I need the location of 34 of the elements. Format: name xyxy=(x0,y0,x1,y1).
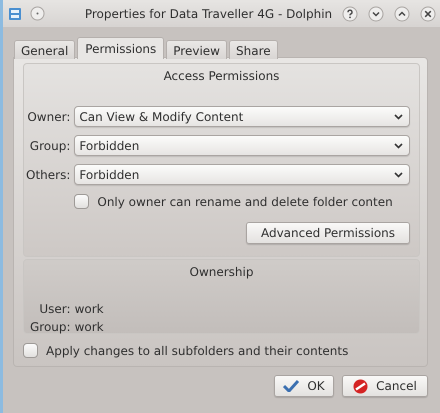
caret-icon xyxy=(394,142,403,148)
checkbox[interactable] xyxy=(23,343,38,358)
checkbox-label: Only owner can rename and delete folder conten xyxy=(97,194,393,208)
tab[interactable]: Preview xyxy=(166,40,227,59)
dropdown[interactable]: Forbidden xyxy=(74,135,410,156)
field-value: work xyxy=(74,302,104,316)
tab[interactable]: Permissions xyxy=(77,37,164,59)
forbidden-icon xyxy=(353,378,368,394)
group-title: Access Permissions xyxy=(162,68,280,83)
field-label: Others: xyxy=(26,168,70,182)
tab[interactable]: General xyxy=(14,40,76,59)
field-label: Owner: xyxy=(26,110,70,124)
check-icon xyxy=(283,380,300,392)
advanced-permissions-button[interactable]: Advanced Permissions xyxy=(246,222,410,244)
dropdown[interactable]: Forbidden xyxy=(74,164,410,185)
app-icon[interactable] xyxy=(8,6,22,20)
maximize-button[interactable] xyxy=(394,6,410,22)
close-button[interactable] xyxy=(420,6,436,22)
field-label: Group: xyxy=(28,138,70,152)
cancel-button[interactable]: Cancel xyxy=(342,375,428,397)
field-value: work xyxy=(74,320,104,334)
caret-icon xyxy=(394,114,403,120)
checkbox-label: Apply changes to all subfolders and their contents xyxy=(46,344,348,358)
field-label: User: xyxy=(38,302,71,316)
checkbox[interactable] xyxy=(74,194,90,209)
help-button[interactable] xyxy=(342,6,358,22)
caret-icon xyxy=(394,172,403,178)
group-title: Ownership xyxy=(188,264,254,279)
window-title: Properties for Data Traveller 4G - Dolphin xyxy=(84,6,334,20)
tab[interactable]: Share xyxy=(229,40,278,59)
minimize-button[interactable] xyxy=(368,6,384,22)
ok-button[interactable]: OK xyxy=(274,375,334,397)
field-label: Group: xyxy=(30,320,71,334)
dropdown[interactable]: Can View & Modify Content xyxy=(74,106,410,127)
